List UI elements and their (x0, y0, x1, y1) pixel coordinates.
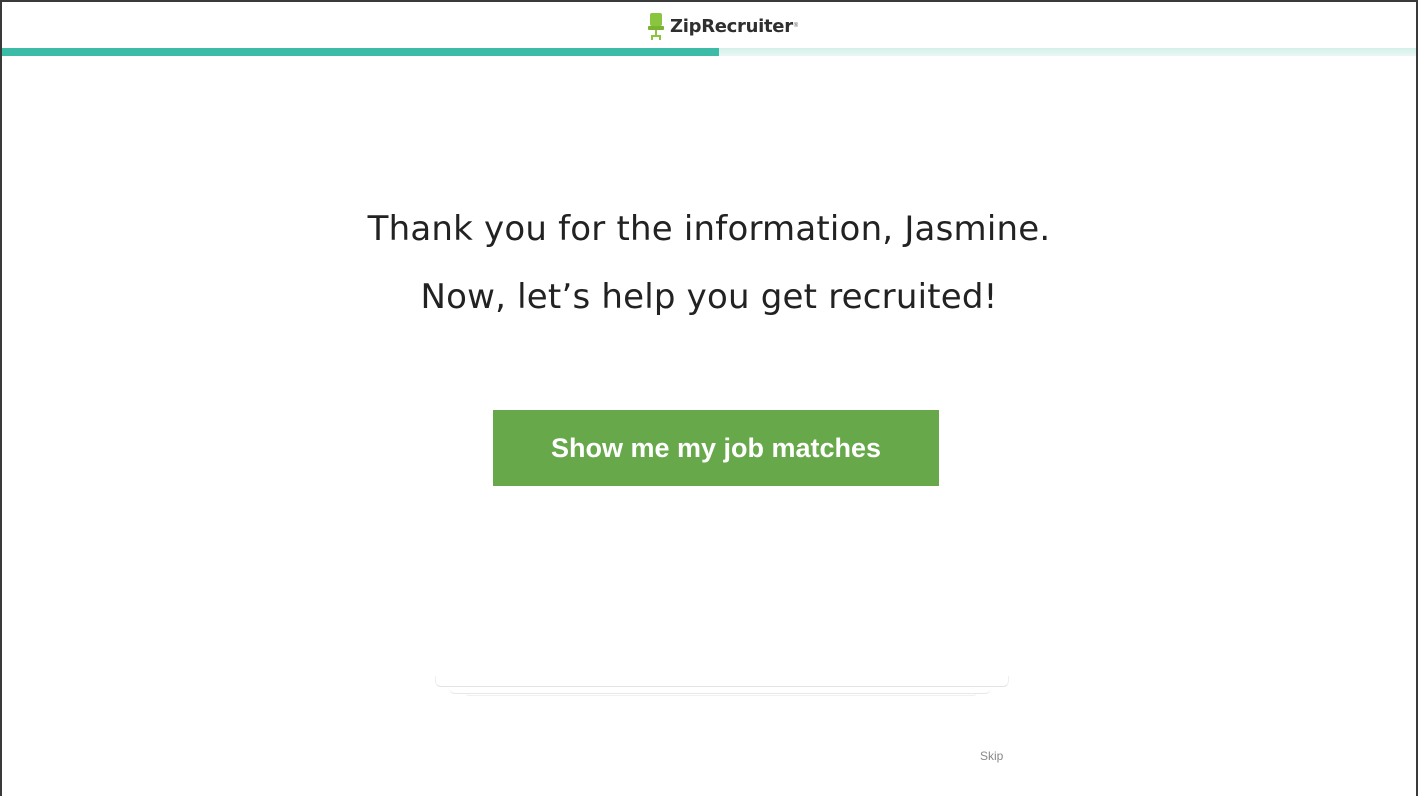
progress-bar-fill (2, 48, 719, 56)
logo-trademark: ® (793, 23, 799, 29)
header: ZipRecruiter ® (2, 2, 1416, 48)
ziprecruiter-logo[interactable]: ZipRecruiter ® (648, 11, 798, 41)
logo-text: ZipRecruiter (670, 15, 793, 37)
chair-icon (648, 12, 664, 40)
skip-link[interactable]: Skip (980, 749, 1003, 763)
headline-thanks: Thank you for the information, Jasmine. (367, 209, 1051, 249)
headline-recruited: Now, let’s help you get recruited! (420, 277, 998, 317)
show-job-matches-button[interactable]: Show me my job matches (493, 410, 939, 486)
progress-bar (2, 48, 1416, 56)
page-frame: ZipRecruiter ® Thank you for the informa… (0, 0, 1418, 796)
card-shadow-edge (465, 692, 977, 696)
